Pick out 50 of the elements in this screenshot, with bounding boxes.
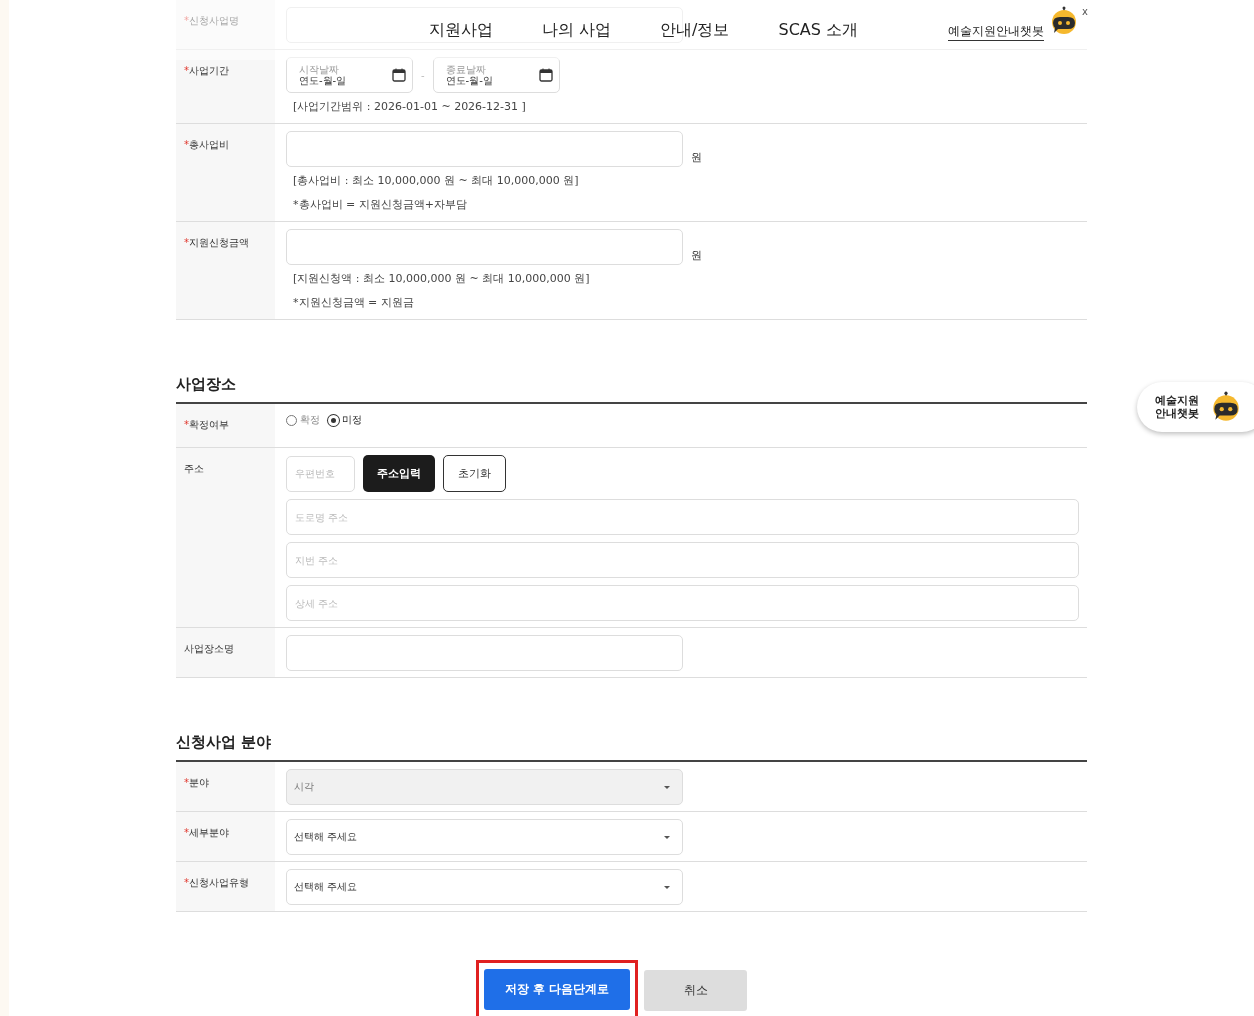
- calendar-icon[interactable]: [392, 68, 406, 82]
- field-label: 사업장소명: [184, 643, 234, 654]
- unit-label: 원: [691, 150, 702, 166]
- date-field[interactable]: 시작날짜 연도-월-일: [286, 57, 413, 93]
- hint-text: *총사업비 = 지원신청금액+자부담: [293, 197, 468, 213]
- text-field[interactable]: [286, 635, 683, 671]
- address-button[interactable]: 주소입력: [363, 455, 435, 492]
- field-label: *사업기간: [184, 65, 229, 76]
- postcode-field[interactable]: 우편번호: [286, 455, 355, 492]
- field-label: 주소: [184, 463, 204, 474]
- field-label: *신청사업명: [184, 15, 239, 26]
- field-label: *세부분야: [184, 827, 229, 838]
- hint-text: *지원신청금액 = 지원금: [293, 295, 415, 311]
- chatbot-link[interactable]: 예술지원안내챗봇: [948, 23, 1044, 41]
- unit-label: 원: [691, 248, 702, 264]
- select-field[interactable]: 선택해 주세요: [286, 819, 683, 855]
- hint-text: [지원신청액 : 최소 10,000,000 원 ~ 최대 10,000,000 원]: [293, 271, 591, 287]
- hint-text: [총사업비 : 최소 10,000,000 원 ~ 최대 10,000,000 원]: [293, 173, 580, 189]
- calendar-icon[interactable]: [538, 68, 553, 82]
- caret-icon: [664, 885, 670, 889]
- field-label: *확정여부: [184, 419, 229, 430]
- save-next-button[interactable]: 저장 후 다음단계로: [484, 969, 630, 1010]
- nav-link[interactable]: 안내/정보: [660, 20, 730, 41]
- chatbot-widget[interactable]: 예술지원 안내챗봇: [1137, 382, 1254, 432]
- radio-label: 확정: [300, 413, 320, 427]
- amount-field[interactable]: [286, 229, 683, 265]
- nav-link[interactable]: 지원사업: [429, 20, 493, 41]
- date-field[interactable]: 종료날짜 연도-월-일: [432, 57, 560, 93]
- address-field[interactable]: 지번 주소: [286, 542, 1079, 578]
- radio-label: 미정: [342, 413, 362, 427]
- field-label: *지원신청금액: [184, 237, 249, 248]
- radio-button[interactable]: [286, 414, 297, 426]
- caret-icon: [664, 835, 670, 839]
- nav-link[interactable]: SCAS 소개: [778, 20, 858, 41]
- nav-link[interactable]: 나의 사업: [542, 20, 612, 41]
- address-field[interactable]: 상세 주소: [286, 585, 1079, 621]
- field-label: *신청사업유형: [184, 877, 249, 888]
- section-heading: 신청사업 분야: [176, 733, 273, 752]
- hint-text: [사업기간범위 : 2026-01-01 ~ 2026-12-31 ]: [293, 99, 527, 115]
- cancel-button[interactable]: 취소: [644, 970, 747, 1011]
- field-label: *분야: [184, 777, 209, 788]
- section-heading: 사업장소: [176, 375, 237, 394]
- address-field[interactable]: 도로명 주소: [286, 499, 1079, 535]
- select-field[interactable]: 선택해 주세요: [286, 869, 683, 905]
- date-separator: -: [421, 69, 425, 81]
- close-button[interactable]: x: [1082, 6, 1088, 17]
- amount-field[interactable]: [286, 131, 683, 167]
- field-label: *총사업비: [184, 139, 229, 150]
- address-button[interactable]: 초기화: [443, 455, 506, 492]
- caret-icon: [664, 785, 670, 789]
